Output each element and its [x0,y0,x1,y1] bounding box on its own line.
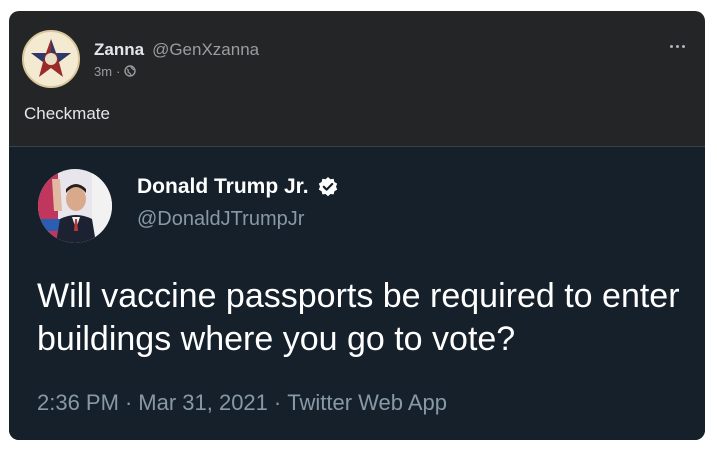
star-emblem-icon [26,34,76,84]
tweet-text: Will vaccine passports be required to en… [37,277,680,358]
facebook-post-card: Zanna @GenXzanna 3m · Checkmate Donald T… [9,11,705,440]
more-options-icon[interactable] [670,45,685,48]
tweet-time[interactable]: 2:36 PM [37,390,119,416]
tweet-author-name[interactable]: Donald Trump Jr. [137,175,309,199]
tweet-author-avatar[interactable] [38,169,112,243]
verified-badge-icon [318,177,337,197]
avatar[interactable] [22,30,80,88]
post-author-name[interactable]: Zanna [94,40,144,60]
tweet-author-handle[interactable]: @DonaldJTrumpJr [137,208,304,231]
tweet-date[interactable]: Mar 31, 2021 [138,390,268,416]
post-text: Checkmate [24,104,110,123]
name-line: Zanna @GenXzanna [94,40,259,60]
separator-dot: · [273,390,282,415]
separator-dot: · [124,390,133,415]
tweet-name-line: Donald Trump Jr. [137,175,339,199]
person-photo-icon [38,169,112,243]
separator-dot: · [116,63,121,79]
post-header: Zanna @GenXzanna 3m · [22,30,259,88]
tweet-source[interactable]: Twitter Web App [287,390,447,416]
post-author-handle[interactable]: @GenXzanna [152,40,259,60]
post-meta: Zanna @GenXzanna 3m · [94,40,259,79]
embedded-tweet[interactable]: Donald Trump Jr. @DonaldJTrumpJr Will va… [9,146,705,440]
post-time-line: 3m · [94,64,259,79]
public-globe-icon [124,65,137,77]
post-timestamp[interactable]: 3m [94,64,112,79]
tweet-footer: 2:36 PM · Mar 31, 2021 · Twitter Web App [37,390,447,416]
